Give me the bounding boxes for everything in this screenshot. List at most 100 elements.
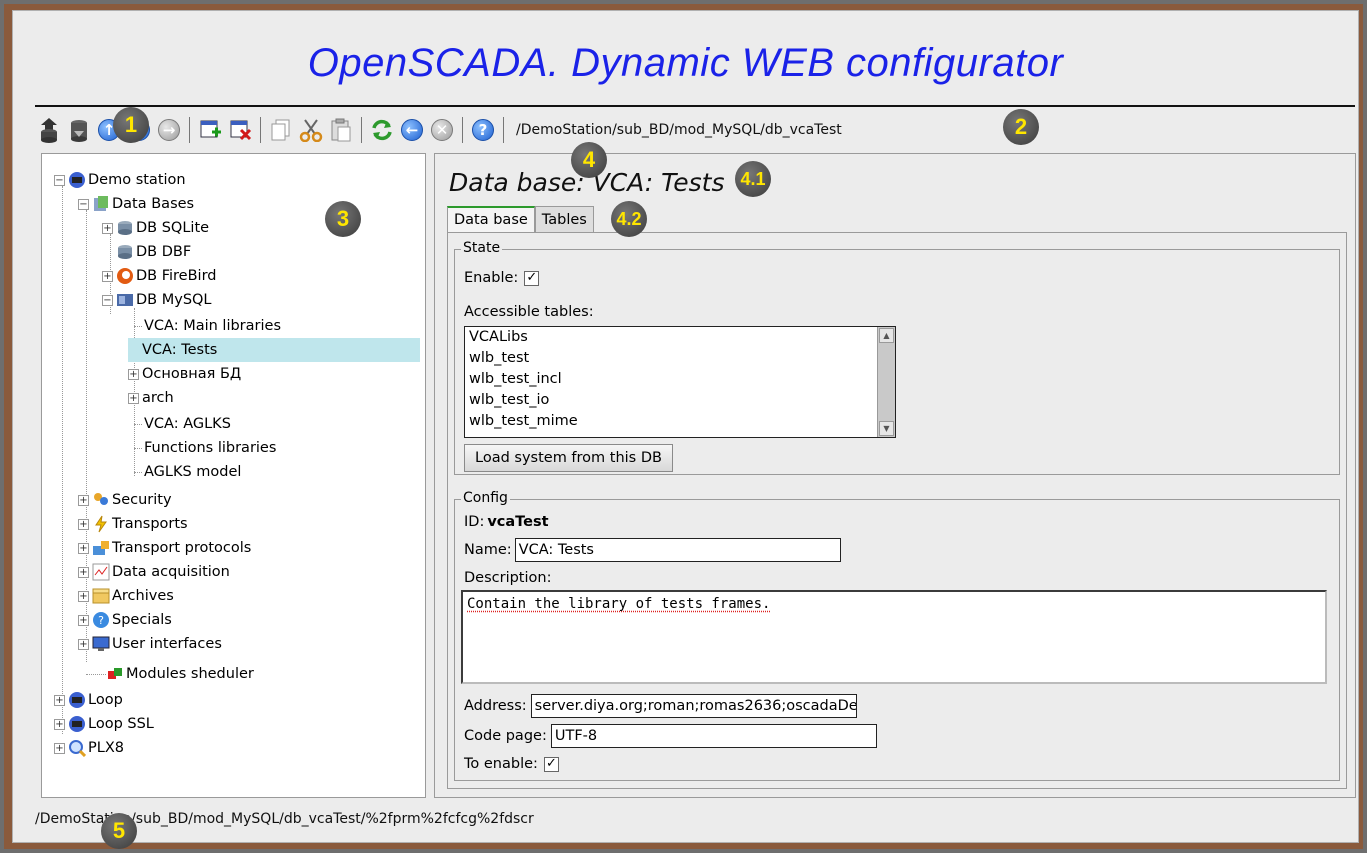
delete-item-icon[interactable] xyxy=(226,116,254,144)
copy-icon[interactable] xyxy=(267,116,295,144)
tree-node-vca-main-libraries[interactable]: VCA: Main libraries xyxy=(144,314,281,338)
tree-node-data-bases[interactable]: − Data Bases xyxy=(78,192,194,216)
expand-icon[interactable]: + xyxy=(78,614,89,626)
mysql-icon xyxy=(117,294,133,306)
toolbar-separator xyxy=(503,117,504,143)
accessible-tables-list[interactable]: VCALibs wlb_test wlb_test_incl wlb_test_… xyxy=(464,326,896,438)
tree-connector xyxy=(86,674,106,675)
scroll-down-icon[interactable]: ▼ xyxy=(879,421,894,436)
tree-node-arch[interactable]: + arch xyxy=(128,386,174,410)
tree-node-label: Archives xyxy=(112,588,174,604)
annotation-badge: 1 xyxy=(113,107,149,143)
collapse-icon[interactable]: − xyxy=(54,174,65,186)
tree-node-label: Loop SSL xyxy=(88,716,154,732)
tree-node-db-mysql[interactable]: − DB MySQL xyxy=(102,288,212,312)
tree-node-transport-protocols[interactable]: + Transport protocols xyxy=(78,536,251,560)
db-save-icon[interactable] xyxy=(65,116,93,144)
expand-icon[interactable]: + xyxy=(78,494,89,506)
name-label: Name: xyxy=(464,542,512,558)
code-page-label: Code page: xyxy=(464,728,547,744)
tree-node-transports[interactable]: + Transports xyxy=(78,512,188,536)
list-scrollbar[interactable]: ▲ ▼ xyxy=(877,327,895,437)
collapse-icon[interactable]: − xyxy=(78,198,89,210)
tree-node-db-firebird[interactable]: + DB FireBird xyxy=(102,264,217,288)
tree-node-loop[interactable]: + Loop xyxy=(54,688,123,712)
tree-node-loop-ssl[interactable]: + Loop SSL xyxy=(54,712,154,736)
to-enable-checkbox[interactable]: ✓ xyxy=(543,756,559,772)
tree-node-aglks-model[interactable]: AGLKS model xyxy=(144,460,241,484)
collapse-icon[interactable]: − xyxy=(102,294,113,306)
tree-node-vca-aglks[interactable]: VCA: AGLKS xyxy=(144,412,231,436)
expand-icon[interactable]: + xyxy=(78,542,89,554)
tree-node-archives[interactable]: + Archives xyxy=(78,584,174,608)
enable-row: Enable: ✓ xyxy=(464,270,540,286)
expand-icon[interactable]: + xyxy=(102,222,113,234)
tree-node-label: PLX8 xyxy=(88,740,124,756)
tree-node-vca-tests[interactable]: VCA: Tests xyxy=(128,338,420,362)
tree-node-security[interactable]: + Security xyxy=(78,488,172,512)
tree-node-label: User interfaces xyxy=(112,636,222,652)
add-item-icon[interactable] xyxy=(196,116,224,144)
firebird-icon xyxy=(117,268,133,284)
cut-icon[interactable] xyxy=(297,116,325,144)
refresh-icon[interactable] xyxy=(368,116,396,144)
expand-icon[interactable]: + xyxy=(78,518,89,530)
database-icon xyxy=(118,245,132,259)
address-field[interactable]: server.diya.org;roman;romas2636;oscadaDe… xyxy=(530,694,857,718)
navigation-tree[interactable]: − Demo station − Data Bases + DB SQLite … xyxy=(41,153,426,798)
modules-icon xyxy=(108,668,122,679)
current-path: /DemoStation/sub_BD/mod_MySQL/db_vcaTest xyxy=(516,122,842,138)
expand-icon[interactable]: + xyxy=(102,270,113,282)
expand-icon[interactable]: + xyxy=(54,694,65,706)
tree-node-specials[interactable]: + ? Specials xyxy=(78,608,172,632)
list-item[interactable]: wlb_test_incl xyxy=(465,369,895,390)
tree-node-user-interfaces[interactable]: + User interfaces xyxy=(78,632,222,656)
expand-icon[interactable]: + xyxy=(54,742,65,754)
tree-node-data-acquisition[interactable]: + Data acquisition xyxy=(78,560,230,584)
expand-icon[interactable]: + xyxy=(54,718,65,730)
stop-icon[interactable]: ✕ xyxy=(428,116,456,144)
name-field[interactable]: VCA: Tests xyxy=(514,538,841,562)
list-item[interactable]: wlb_test xyxy=(465,348,895,369)
tab-tables[interactable]: Tables xyxy=(534,206,594,232)
forward-icon[interactable]: → xyxy=(155,116,183,144)
tree-node-db-dbf[interactable]: DB DBF xyxy=(116,240,191,264)
title-divider xyxy=(35,105,1355,107)
name-row: Name: VCA: Tests xyxy=(464,538,841,562)
tree-node-db-sqlite[interactable]: + DB SQLite xyxy=(102,216,209,240)
description-text: Contain the library of tests frames. xyxy=(467,596,771,612)
enable-checkbox[interactable]: ✓ xyxy=(524,270,540,286)
expand-icon[interactable]: + xyxy=(78,590,89,602)
annotation-badge: 4.1 xyxy=(735,161,771,197)
tab-data-base[interactable]: Data base xyxy=(447,206,535,232)
tree-node-demo-station[interactable]: − Demo station xyxy=(54,168,186,192)
expand-icon[interactable]: + xyxy=(78,638,89,650)
list-item[interactable]: wlb_test_mime xyxy=(465,411,895,432)
scroll-up-icon[interactable]: ▲ xyxy=(879,328,894,343)
expand-icon[interactable]: + xyxy=(128,392,139,404)
load-system-button[interactable]: Load system from this DB xyxy=(464,444,673,472)
tree-node-plx8[interactable]: + PLX8 xyxy=(54,736,124,760)
list-item[interactable]: wlb_test_io xyxy=(465,390,895,411)
expand-icon[interactable]: + xyxy=(78,566,89,578)
expand-icon[interactable]: + xyxy=(128,368,139,380)
tree-connector xyxy=(134,472,142,473)
description-field[interactable]: Contain the library of tests frames. xyxy=(461,590,1327,684)
start-icon[interactable]: ← xyxy=(398,116,426,144)
code-page-field[interactable]: UTF-8 xyxy=(550,724,877,748)
db-load-icon[interactable] xyxy=(35,116,63,144)
tree-node-osnovnaya-bd[interactable]: + Основная БД xyxy=(128,362,241,386)
help-icon[interactable]: ? xyxy=(469,116,497,144)
tree-connector xyxy=(134,424,142,425)
tree-node-modules-sheduler[interactable]: Modules sheduler xyxy=(106,662,254,686)
chart-icon xyxy=(92,563,110,581)
id-row: ID: vcaTest xyxy=(464,514,549,530)
list-item[interactable]: VCALibs xyxy=(465,327,895,348)
toolbar: ↑ ← → ← ✕ ? /DemoStation/sub_BD/mod_MySQ… xyxy=(35,111,1355,149)
paste-icon[interactable] xyxy=(327,116,355,144)
config-group: Config ID: vcaTest Name: VCA: Tests Desc… xyxy=(454,490,1340,781)
annotation-badge: 4.2 xyxy=(611,201,647,237)
tree-node-functions-libraries[interactable]: Functions libraries xyxy=(144,436,276,460)
toolbar-separator xyxy=(189,117,190,143)
tree-node-label: VCA: AGLKS xyxy=(144,416,231,432)
